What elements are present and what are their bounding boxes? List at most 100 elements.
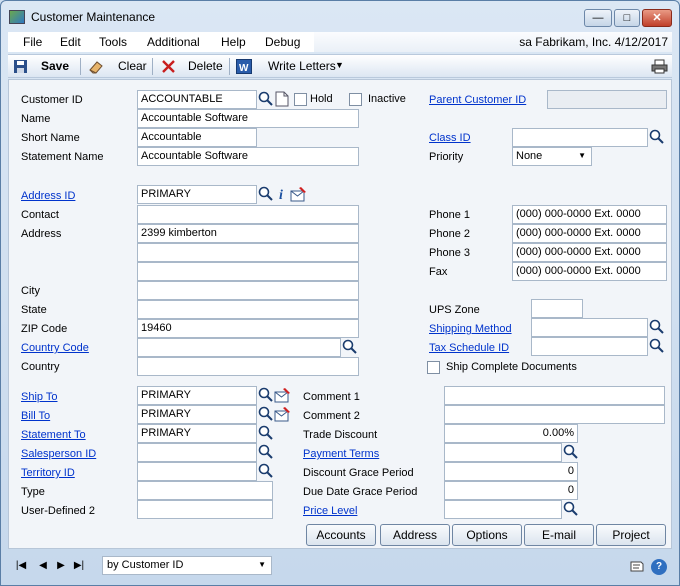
statement-to-link[interactable]: Statement To [21,429,86,441]
payment-terms-field[interactable] [444,443,562,462]
last-record-icon[interactable]: ▶| [72,559,86,573]
trade-discount-field[interactable]: 0.00% [444,424,578,443]
ship-complete-checkbox[interactable] [427,361,440,374]
close-button[interactable]: ✕ [642,9,672,27]
tax-schedule-id-link[interactable]: Tax Schedule ID [429,342,509,354]
phone2-field[interactable]: (000) 000-0000 Ext. 0000 [512,224,667,243]
parent-customer-id-link[interactable]: Parent Customer ID [429,94,526,106]
email-address-icon[interactable] [290,186,306,202]
clear-button[interactable]: Clear [118,59,147,73]
state-field[interactable] [137,300,359,319]
minimize-button[interactable]: — [584,9,612,27]
lookup-icon[interactable] [258,387,274,403]
project-button[interactable]: Project [596,524,666,546]
delete-button[interactable]: Delete [188,59,223,73]
due-date-grace-field[interactable]: 0 [444,481,578,500]
lookup-icon[interactable] [258,186,274,202]
new-document-icon[interactable] [275,91,291,107]
eraser-icon[interactable] [88,59,104,74]
statement-to-field[interactable]: PRIMARY [137,424,257,443]
statement-name-field[interactable]: Accountable Software [137,147,359,166]
address-id-field[interactable]: PRIMARY [137,185,257,204]
tax-schedule-id-field[interactable] [531,337,648,356]
lookup-icon[interactable] [342,339,358,355]
menu-edit[interactable]: Edit [60,35,81,49]
email-address-icon[interactable] [274,387,290,403]
territory-id-field[interactable] [137,462,257,481]
lookup-icon[interactable] [563,501,579,517]
class-id-link[interactable]: Class ID [429,132,471,144]
type-field[interactable] [137,481,273,500]
delete-icon[interactable] [161,59,177,74]
lookup-icon[interactable] [649,338,665,354]
next-record-icon[interactable]: ▶ [54,559,68,573]
ship-to-field[interactable]: PRIMARY [137,386,257,405]
email-button[interactable]: E-mail [524,524,594,546]
ship-to-link[interactable]: Ship To [21,391,58,403]
short-name-field[interactable]: Accountable [137,128,257,147]
country-code-field[interactable] [137,338,341,357]
territory-id-link[interactable]: Territory ID [21,467,75,479]
customer-id-field[interactable]: ACCOUNTABLE [137,90,257,109]
address-line3-field[interactable] [137,262,359,281]
discount-grace-field[interactable]: 0 [444,462,578,481]
lookup-icon[interactable] [563,444,579,460]
country-code-link[interactable]: Country Code [21,342,89,354]
phone3-field[interactable]: (000) 000-0000 Ext. 0000 [512,243,667,262]
class-id-field[interactable] [512,128,648,147]
info-icon[interactable]: i [275,186,291,203]
first-record-icon[interactable]: |◀ [14,559,28,573]
fax-field[interactable]: (000) 000-0000 Ext. 0000 [512,262,667,281]
accounts-button[interactable]: Accounts [306,524,376,546]
address-id-link[interactable]: Address ID [21,190,75,202]
save-button[interactable]: Save [41,59,69,73]
options-button[interactable]: Options [452,524,522,546]
zip-code-field[interactable]: 19460 [137,319,359,338]
salesperson-id-field[interactable] [137,443,257,462]
printer-icon[interactable] [651,59,668,74]
email-address-icon[interactable] [274,406,290,422]
note-icon[interactable] [628,559,646,573]
comment2-field[interactable] [444,405,665,424]
hold-checkbox[interactable] [294,93,307,106]
ups-zone-field[interactable] [531,299,583,318]
price-level-link[interactable]: Price Level [303,505,357,517]
user-defined2-field[interactable] [137,500,273,519]
lookup-icon[interactable] [258,406,274,422]
lookup-icon[interactable] [258,425,274,441]
shipping-method-link[interactable]: Shipping Method [429,323,512,335]
help-icon[interactable]: ? [651,559,667,575]
previous-record-icon[interactable]: ◀ [36,559,50,573]
bill-to-field[interactable]: PRIMARY [137,405,257,424]
lookup-icon[interactable] [258,91,274,107]
lookup-icon[interactable] [258,444,274,460]
country-field[interactable] [137,357,359,376]
word-icon[interactable]: W [236,59,252,74]
menu-file[interactable]: File [23,35,42,49]
maximize-button[interactable]: □ [614,9,640,27]
shipping-method-field[interactable] [531,318,648,337]
city-field[interactable] [137,281,359,300]
payment-terms-link[interactable]: Payment Terms [303,448,379,460]
sort-order-select[interactable]: by Customer ID ▼ [102,556,272,575]
price-level-field[interactable] [444,500,562,519]
address-button[interactable]: Address [380,524,450,546]
menu-help[interactable]: Help [221,35,246,49]
salesperson-id-link[interactable]: Salesperson ID [21,448,96,460]
contact-field[interactable] [137,205,359,224]
menu-tools[interactable]: Tools [99,35,127,49]
comment1-field[interactable] [444,386,665,405]
lookup-icon[interactable] [649,319,665,335]
lookup-icon[interactable] [258,463,274,479]
inactive-checkbox[interactable] [349,93,362,106]
save-icon[interactable] [13,59,29,74]
address-line2-field[interactable] [137,243,359,262]
menu-additional[interactable]: Additional [147,35,200,49]
name-field[interactable]: Accountable Software [137,109,359,128]
phone1-field[interactable]: (000) 000-0000 Ext. 0000 [512,205,667,224]
address-line1-field[interactable]: 2399 kimberton [137,224,359,243]
write-letters-button[interactable]: Write Letters [268,59,336,73]
chevron-down-icon[interactable]: ▼ [335,60,344,70]
bill-to-link[interactable]: Bill To [21,410,50,422]
menu-debug[interactable]: Debug [265,35,300,49]
